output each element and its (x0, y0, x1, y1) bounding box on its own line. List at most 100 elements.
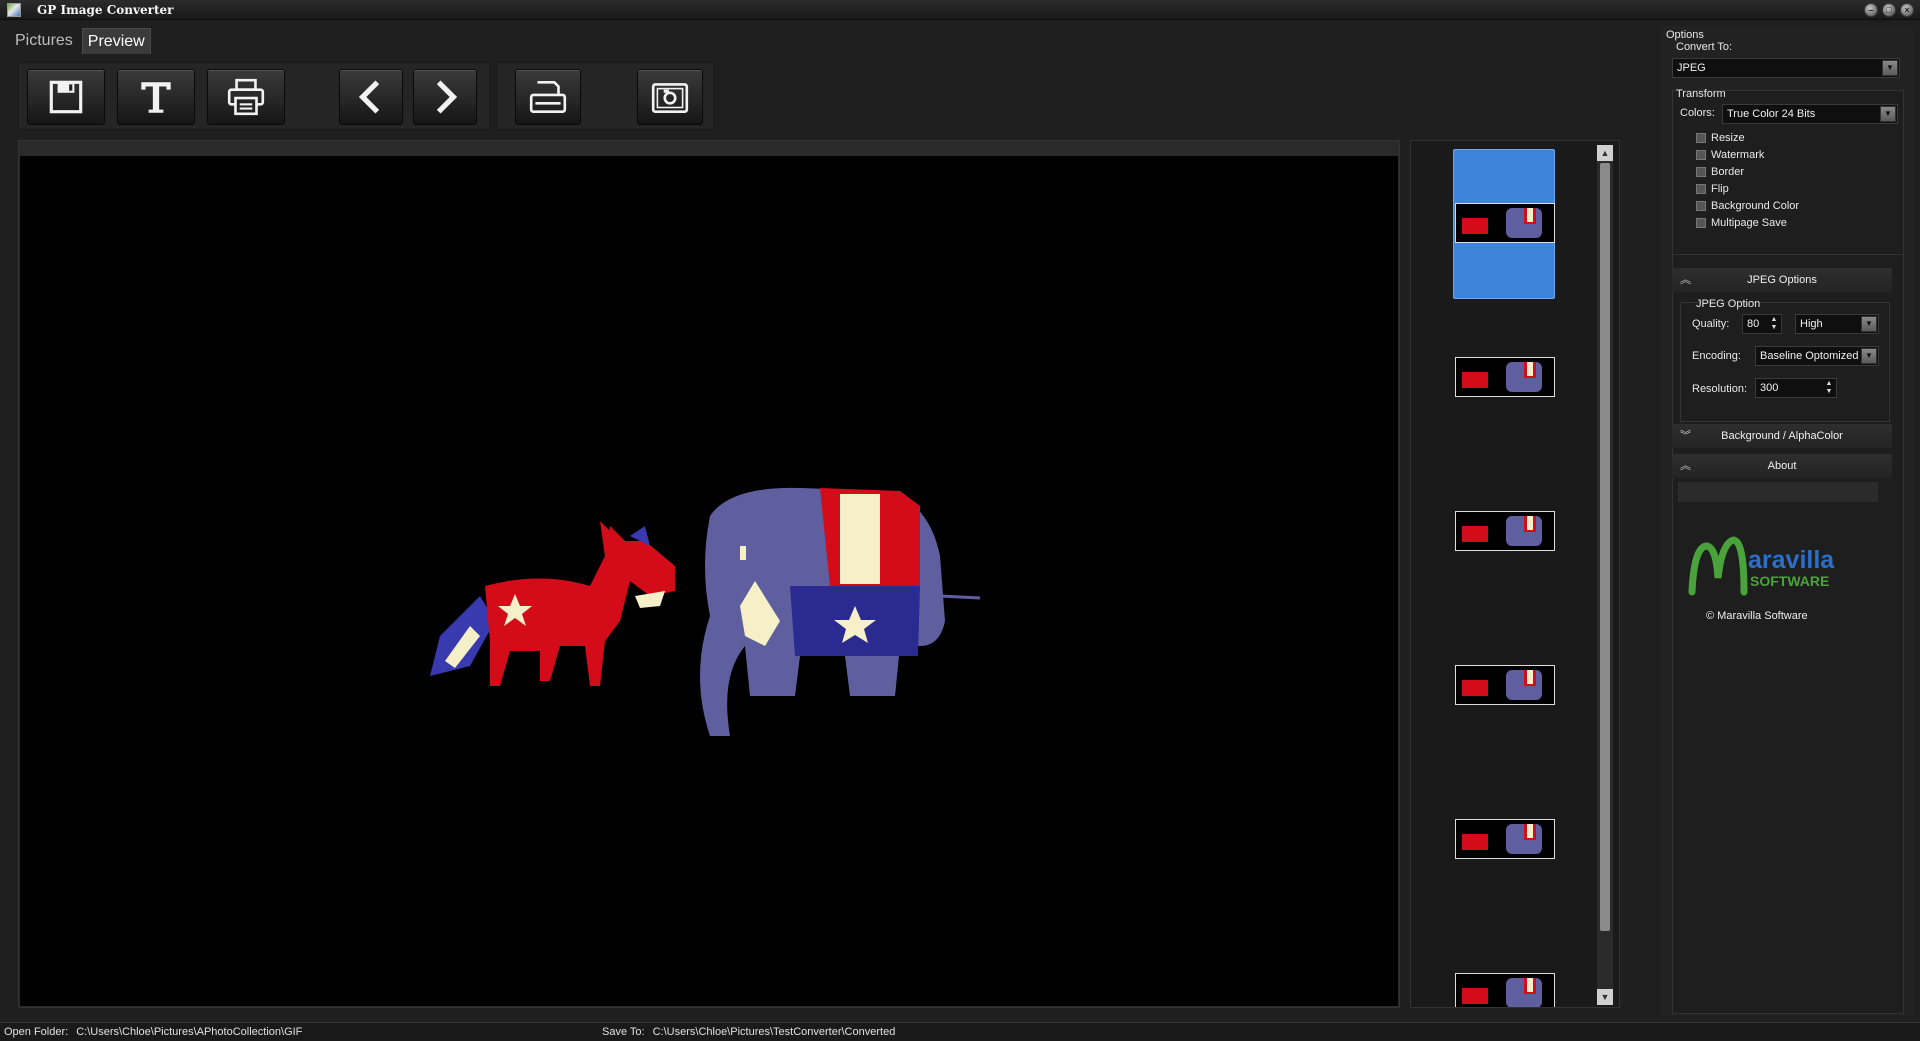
next-icon (436, 80, 458, 114)
colors-select[interactable]: True Color 24 Bits ▼ (1722, 104, 1898, 124)
checkbox-watermark[interactable]: Watermark (1696, 149, 1764, 161)
toolbar-group-acquire (496, 62, 714, 130)
convert-to-value: JPEG (1677, 62, 1706, 74)
scroll-up-icon[interactable]: ▲ (1597, 145, 1613, 161)
print-button[interactable] (207, 69, 285, 125)
checkbox-border[interactable]: Border (1696, 166, 1744, 178)
maximize-icon[interactable]: □ (1882, 3, 1896, 17)
checkbox-label: Multipage Save (1711, 217, 1787, 229)
print-icon (227, 78, 265, 116)
quality-preset-select[interactable]: High ▼ (1795, 314, 1879, 334)
quality-spinner[interactable]: 80 ▲ ▼ (1742, 314, 1782, 334)
save-to-status: Save To: C:\Users\Chloe\Pictures\TestCon… (602, 1026, 895, 1038)
preview-image (430, 487, 981, 736)
jpeg-options-header[interactable]: ︽ JPEG Options (1672, 268, 1892, 292)
checkbox-box[interactable] (1696, 218, 1706, 228)
save-to-label: Save To: (602, 1026, 645, 1038)
main-tabs: Pictures Preview (10, 28, 151, 54)
chevron-down-icon[interactable]: ▼ (1880, 106, 1896, 122)
logo-copyright: © Maravilla Software (1706, 610, 1808, 622)
checkbox-resize[interactable]: Resize (1696, 132, 1745, 144)
quality-label: Quality: (1692, 318, 1730, 330)
encoding-label: Encoding: (1692, 350, 1741, 362)
checkbox-box[interactable] (1696, 150, 1706, 160)
about-header[interactable]: ︽ About (1672, 454, 1892, 478)
previous-icon (358, 80, 380, 114)
checkbox-box[interactable] (1696, 201, 1706, 211)
app-window: GP Image Converter – □ × Pictures Previe… (0, 0, 1920, 1041)
chevron-up-icon[interactable]: ︽ (1680, 268, 1691, 292)
window-controls: – □ × (1864, 3, 1914, 17)
scrollbar-thumb[interactable] (1600, 163, 1610, 931)
next-button[interactable] (413, 69, 477, 125)
checkbox-label: Watermark (1711, 149, 1765, 161)
logo-subtitle: SOFTWARE (1750, 573, 1829, 589)
scroll-down-icon[interactable]: ▼ (1597, 989, 1613, 1005)
checkbox-flip[interactable]: Flip (1696, 183, 1729, 195)
open-folder-label: Open Folder: (4, 1026, 69, 1038)
convert-to-select[interactable]: JPEG ▼ (1672, 58, 1900, 78)
elephant-figure (700, 487, 981, 736)
image-preview[interactable] (20, 156, 1398, 1006)
thumbnail-image (1462, 824, 1542, 854)
options-title: Options (1666, 29, 1704, 41)
colors-label: Colors: (1680, 107, 1715, 119)
thumbnail-6[interactable] (1455, 973, 1555, 1007)
previous-button[interactable] (339, 69, 403, 125)
chevron-up-icon[interactable]: ︽ (1680, 454, 1691, 478)
thumbnail-2[interactable] (1455, 357, 1555, 397)
colors-value: True Color 24 Bits (1727, 108, 1816, 120)
spinner-arrows-icon[interactable]: ▲ ▼ (1769, 316, 1779, 332)
thumbnail-5[interactable] (1455, 819, 1555, 859)
tab-pictures[interactable]: Pictures (10, 28, 78, 54)
logo-name: aravilla (1748, 546, 1835, 574)
title-bar[interactable]: GP Image Converter – □ × (0, 0, 1920, 20)
checkbox-background-color[interactable]: Background Color (1696, 200, 1799, 212)
encoding-select[interactable]: Baseline Optomized ▼ (1755, 346, 1879, 366)
thumbnail-image (1462, 670, 1542, 700)
about-bar (1678, 482, 1878, 502)
resolution-value: 300 (1760, 382, 1779, 394)
chevron-down-icon[interactable]: ︾ (1680, 424, 1691, 448)
thumbnail-1[interactable] (1455, 203, 1555, 243)
minimize-icon[interactable]: – (1864, 3, 1878, 17)
window-title: GP Image Converter (37, 2, 174, 17)
open-folder-path: C:\Users\Chloe\Pictures\APhotoCollection… (76, 1026, 303, 1038)
thumbnail-scrollbar[interactable]: ▲ ▼ (1597, 145, 1613, 1005)
text-icon (141, 82, 171, 113)
jpeg-option-label: JPEG Option (1696, 298, 1761, 310)
background-alphacolor-title: Background / AlphaColor (1721, 430, 1843, 442)
screenshot-button[interactable] (637, 69, 703, 125)
checkbox-box[interactable] (1696, 184, 1706, 194)
tab-preview[interactable]: Preview (81, 28, 151, 54)
spinner-arrows-icon[interactable]: ▲ ▼ (1824, 380, 1834, 396)
quality-preset-value: High (1800, 318, 1823, 330)
close-icon[interactable]: × (1900, 3, 1914, 17)
background-alphacolor-header[interactable]: ︾ Background / AlphaColor (1672, 424, 1892, 448)
chevron-down-icon[interactable]: ▼ (1861, 316, 1877, 332)
convert-to-label: Convert To: (1676, 41, 1733, 53)
thumbnail-image (1462, 516, 1542, 546)
thumbnail-3[interactable] (1455, 511, 1555, 551)
checkbox-multipage-save[interactable]: Multipage Save (1696, 217, 1787, 229)
checkbox-label: Background Color (1711, 200, 1800, 212)
toolbar-group-file (18, 62, 490, 130)
save-button[interactable] (27, 69, 105, 125)
resolution-label: Resolution: (1692, 383, 1748, 395)
save-to-path: C:\Users\Chloe\Pictures\TestConverter\Co… (652, 1026, 896, 1038)
scan-button[interactable] (515, 69, 581, 125)
resolution-spinner[interactable]: 300 ▲ ▼ (1755, 378, 1837, 398)
thumbnail-4[interactable] (1455, 665, 1555, 705)
logo-mark-icon: aravilla SOFTWARE (1688, 536, 1835, 596)
checkbox-box[interactable] (1696, 133, 1706, 143)
save-icon (49, 80, 83, 114)
text-button[interactable] (117, 69, 195, 125)
app-icon (7, 2, 21, 17)
quality-value: 80 (1747, 318, 1760, 330)
chevron-down-icon[interactable]: ▼ (1861, 348, 1877, 364)
thumbnail-strip[interactable]: ▲ ▼ (1410, 140, 1620, 1008)
chevron-down-icon[interactable]: ▼ (1882, 60, 1898, 76)
donkey-figure (430, 521, 675, 686)
scanner-icon (529, 80, 567, 114)
checkbox-box[interactable] (1696, 167, 1706, 177)
